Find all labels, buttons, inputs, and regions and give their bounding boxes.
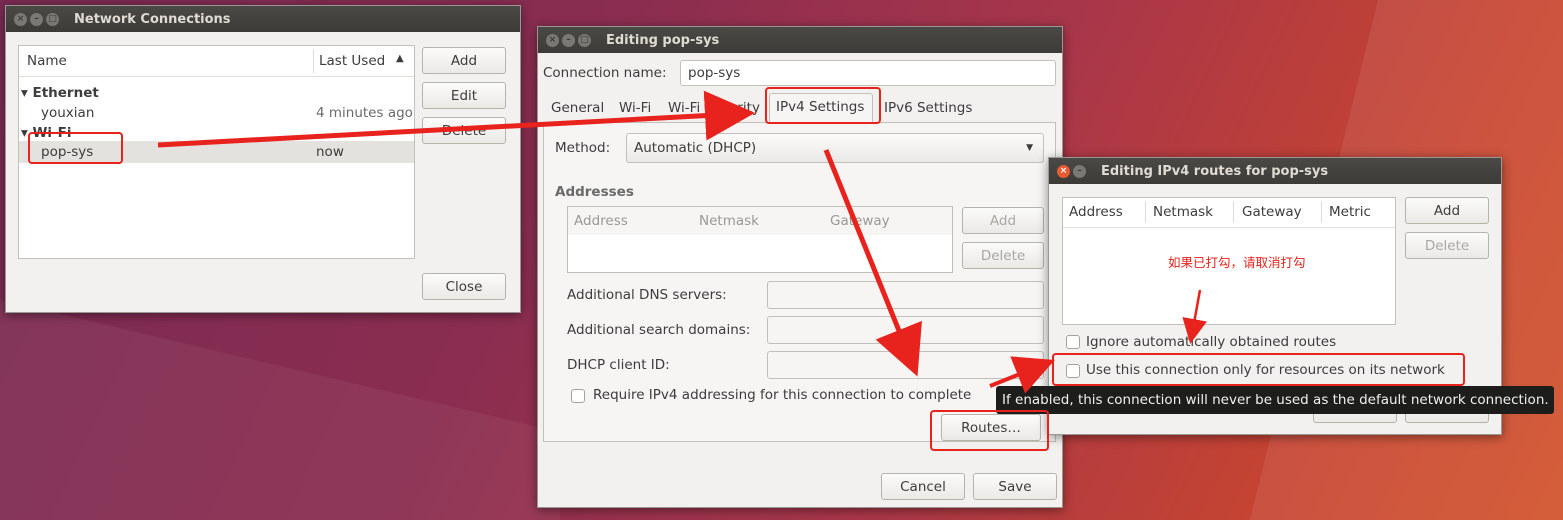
arrow-to-ipv4-tab <box>157 90 755 148</box>
annotation-arrows <box>157 90 1207 394</box>
arrow-to-routes-button <box>823 149 922 377</box>
arrow-annotation <box>1182 289 1207 344</box>
arrow-to-checkbox <box>989 356 1055 394</box>
